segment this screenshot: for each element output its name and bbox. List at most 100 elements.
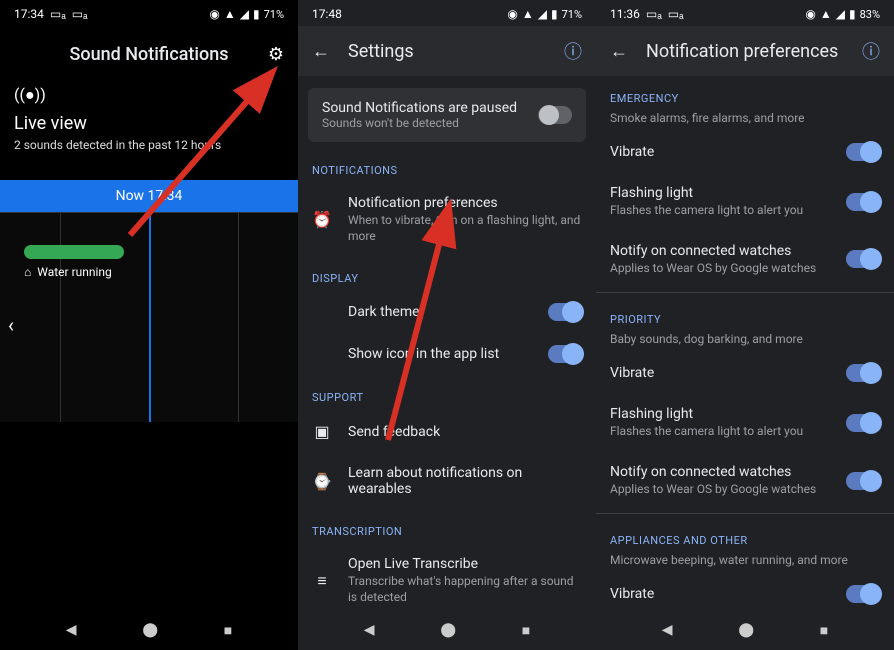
bell-icon: ⏰: [312, 210, 332, 229]
row-dark-theme[interactable]: Dark theme: [298, 291, 596, 333]
row-flashing-light[interactable]: Flashing light Flashes the camera light …: [596, 173, 894, 231]
show-icon-toggle[interactable]: [548, 345, 582, 363]
watches-toggle[interactable]: [846, 472, 880, 490]
app-bar: Sound Notifications ⚙: [0, 26, 298, 75]
vibrate-toggle[interactable]: [846, 585, 880, 603]
app-bar: ← Settings ⓘ: [298, 26, 596, 76]
signal-icon: ◢: [836, 7, 845, 21]
signal-icon: ◢: [538, 7, 547, 21]
row-title: Flashing light: [610, 185, 830, 201]
row-title: Vibrate: [610, 365, 830, 381]
wifi-icon: ▲: [820, 7, 832, 21]
gear-icon[interactable]: ⚙: [268, 44, 284, 65]
panel-notification-preferences: 11:36 ▭ₐ ▭ₐ ◉ ▲ ◢ ▮ 83% ← Notification p…: [596, 0, 894, 650]
row-subtitle: Flashes the camera light to alert you: [610, 203, 830, 219]
row-title: Vibrate: [610, 144, 830, 160]
battery-icon: ▮: [849, 7, 856, 21]
row-title: Notification preferences: [348, 195, 582, 211]
status-battery: 83%: [860, 8, 880, 21]
nav-home-icon[interactable]: ⬤: [738, 622, 754, 638]
help-icon[interactable]: ⓘ: [564, 38, 582, 64]
status-battery: 71%: [264, 8, 284, 21]
nav-back-icon[interactable]: ◀: [364, 622, 375, 638]
watch-icon: ⌚: [312, 472, 332, 491]
transcribe-icon: ≡: [312, 571, 332, 591]
row-title: Learn about notifications on wearables: [348, 465, 582, 497]
section-priority: PRIORITY: [596, 297, 894, 332]
nav-recent-icon[interactable]: ■: [224, 622, 232, 639]
broadcast-icon: ((●)): [14, 85, 284, 105]
row-vibrate[interactable]: Vibrate: [596, 352, 894, 394]
row-subtitle: Transcribe what's happening after a soun…: [348, 574, 582, 605]
nav-home-icon[interactable]: ⬤: [440, 622, 456, 638]
home-icon: ⌂: [24, 265, 31, 279]
translate-icon: ▭ₐ: [72, 7, 88, 21]
nav-bar: ◀ ⬤ ■: [596, 610, 894, 650]
battery-icon: ▮: [253, 7, 260, 21]
status-bar: 17:48 ◉ ▲ ◢ ▮ 71%: [298, 0, 596, 26]
row-title: Vibrate: [610, 586, 830, 602]
vibrate-toggle[interactable]: [846, 143, 880, 161]
dark-theme-toggle[interactable]: [548, 303, 582, 321]
paused-title: Sound Notifications are paused: [322, 100, 538, 116]
help-icon[interactable]: ⓘ: [862, 38, 880, 64]
row-transcribe[interactable]: ≡ Open Live Transcribe Transcribe what's…: [298, 544, 596, 617]
nav-bar: ◀ ⬤ ■: [0, 610, 298, 650]
flashing-toggle[interactable]: [846, 193, 880, 211]
watches-toggle[interactable]: [846, 250, 880, 268]
nav-back-icon[interactable]: ◀: [66, 622, 77, 638]
section-appliances-sub: Microwave beeping, water running, and mo…: [596, 553, 894, 573]
wifi-icon: ▲: [522, 7, 534, 21]
eye-icon: ◉: [209, 7, 219, 21]
translate-icon: ▭ₐ: [646, 7, 662, 21]
row-title: Dark theme: [348, 304, 532, 320]
status-bar: 11:36 ▭ₐ ▭ₐ ◉ ▲ ◢ ▮ 83%: [596, 0, 894, 26]
live-view-title: Live view: [14, 113, 284, 134]
row-connected-watches[interactable]: Notify on connected watches Applies to W…: [596, 231, 894, 289]
nav-back-icon[interactable]: ◀: [662, 622, 673, 638]
row-send-feedback[interactable]: ▣ Send feedback: [298, 410, 596, 453]
row-subtitle: Flashes the camera light to alert you: [610, 424, 830, 440]
section-transcription: TRANSCRIPTION: [298, 509, 596, 544]
chevron-left-icon[interactable]: ‹: [8, 313, 14, 337]
now-bar[interactable]: Now 17:34: [0, 180, 298, 212]
row-title: Notify on connected watches: [610, 464, 830, 480]
page-title: Sound Notifications: [69, 44, 228, 65]
row-title: Open Live Transcribe: [348, 556, 582, 572]
section-emergency: EMERGENCY: [596, 76, 894, 111]
row-show-icon[interactable]: Show icon in the app list: [298, 333, 596, 375]
translate-icon: ▭ₐ: [668, 7, 684, 21]
divider: [596, 513, 894, 514]
live-view-subtitle: 2 sounds detected in the past 12 hours: [14, 138, 284, 152]
eye-icon: ◉: [805, 7, 815, 21]
panel-settings: 17:48 ◉ ▲ ◢ ▮ 71% ← Settings ⓘ Sound Not…: [298, 0, 596, 650]
row-flashing-light[interactable]: Flashing light Flashes the camera light …: [596, 394, 894, 452]
status-battery: 71%: [562, 8, 582, 21]
event-label: ⌂ Water running: [24, 265, 112, 279]
row-subtitle: Applies to Wear OS by Google watches: [610, 482, 830, 498]
status-time: 17:34: [14, 7, 44, 21]
row-title: Send feedback: [348, 424, 582, 440]
nav-recent-icon[interactable]: ■: [820, 622, 828, 639]
row-subtitle: When to vibrate, turn on a flashing ligh…: [348, 213, 582, 244]
row-wearables[interactable]: ⌚ Learn about notifications on wearables: [298, 453, 596, 509]
panel-sound-notifications: 17:34 ▭ₐ ▭ₐ ◉ ▲ ◢ ▮ 71% Sound Notificati…: [0, 0, 298, 650]
event-pill[interactable]: [24, 245, 124, 259]
section-display: DISPLAY: [298, 256, 596, 291]
nav-home-icon[interactable]: ⬤: [142, 622, 158, 638]
flashing-toggle[interactable]: [846, 414, 880, 432]
battery-icon: ▮: [551, 7, 558, 21]
page-title: Notification preferences: [646, 41, 844, 62]
timeline[interactable]: ⌂ Water running ‹: [0, 212, 298, 422]
nav-recent-icon[interactable]: ■: [522, 622, 530, 639]
paused-card: Sound Notifications are paused Sounds wo…: [308, 88, 586, 142]
vibrate-toggle[interactable]: [846, 364, 880, 382]
row-connected-watches[interactable]: Notify on connected watches Applies to W…: [596, 452, 894, 510]
back-arrow-icon[interactable]: ←: [312, 41, 330, 62]
row-notification-preferences[interactable]: ⏰ Notification preferences When to vibra…: [298, 183, 596, 256]
section-notifications: NOTIFICATIONS: [298, 148, 596, 183]
row-vibrate[interactable]: Vibrate: [596, 131, 894, 173]
paused-toggle[interactable]: [538, 106, 572, 124]
back-arrow-icon[interactable]: ←: [610, 41, 628, 62]
section-emergency-sub: Smoke alarms, fire alarms, and more: [596, 111, 894, 131]
